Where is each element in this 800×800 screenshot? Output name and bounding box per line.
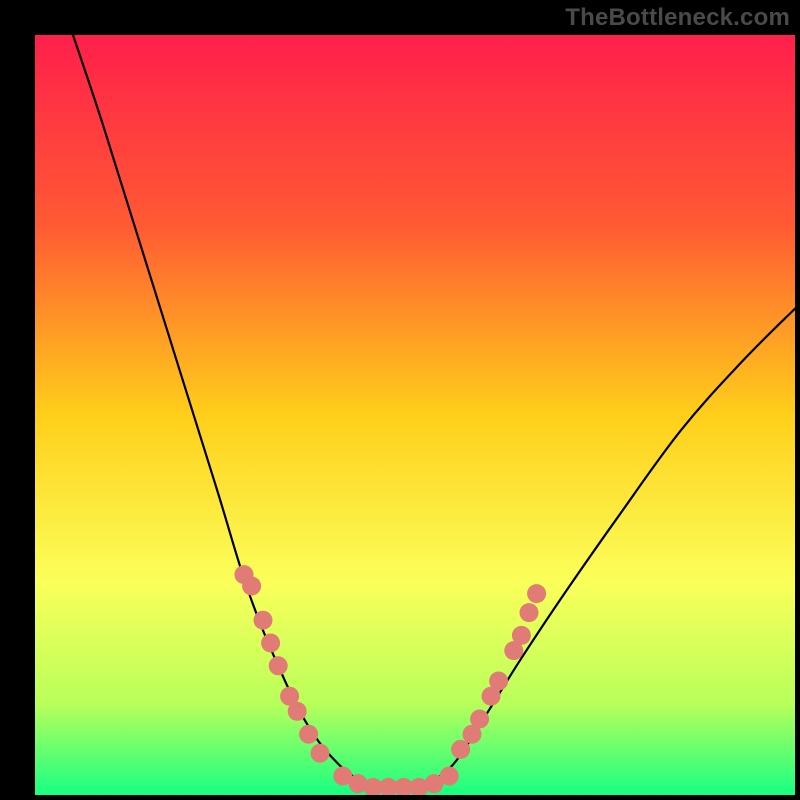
right-dot-cluster-point (520, 603, 539, 622)
right-dot-cluster-point (451, 740, 470, 759)
right-dot-cluster-point (527, 584, 546, 603)
left-dot-cluster-point (254, 611, 273, 630)
chart-svg (35, 35, 795, 795)
right-dot-cluster-point (489, 672, 508, 691)
left-dot-cluster-point (261, 634, 280, 653)
plot-area (35, 35, 795, 795)
watermark-text: TheBottleneck.com (565, 4, 790, 32)
gradient-background (35, 35, 795, 795)
bottom-dot-cluster-point (440, 767, 459, 786)
chart-frame: TheBottleneck.com (0, 0, 800, 800)
right-dot-cluster-point (512, 626, 531, 645)
left-dot-cluster-point (299, 725, 318, 744)
right-dot-cluster-point (470, 710, 489, 729)
left-dot-cluster-point (269, 656, 288, 675)
left-dot-cluster-point (242, 577, 261, 596)
left-dot-cluster-point (311, 744, 330, 763)
left-dot-cluster-point (288, 702, 307, 721)
